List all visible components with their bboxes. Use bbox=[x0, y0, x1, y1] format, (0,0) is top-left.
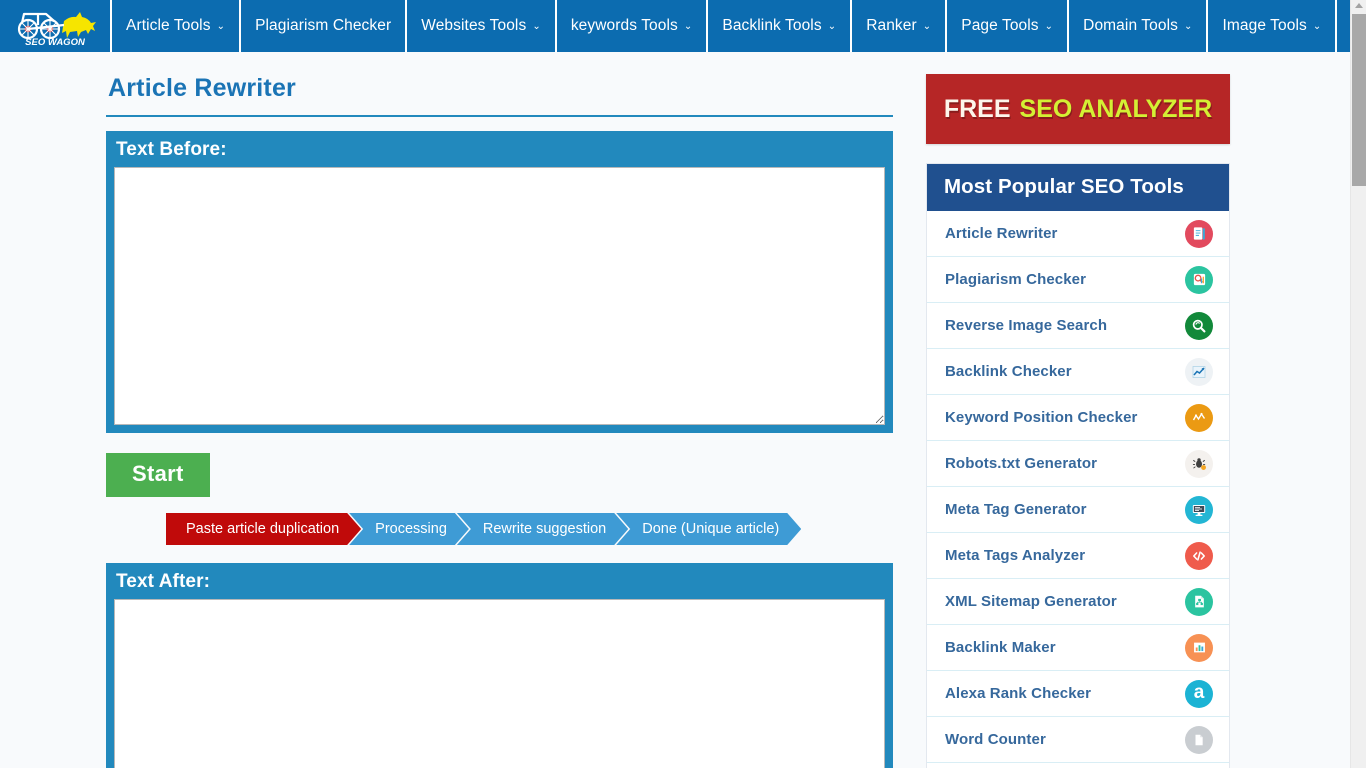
tool-item-online-ping-website-tool[interactable]: Online Ping Website Tool bbox=[927, 763, 1229, 768]
trend-chart-icon bbox=[1185, 403, 1213, 432]
tool-label: Keyword Position Checker bbox=[945, 409, 1138, 426]
text-after-input[interactable] bbox=[114, 599, 885, 768]
progress-steps: Paste article duplication Processing Rew… bbox=[166, 513, 900, 545]
magnifier-chart-icon bbox=[1185, 265, 1213, 294]
banner-free-label: FREE bbox=[943, 94, 1011, 123]
step-processing[interactable]: Processing bbox=[349, 513, 469, 545]
tool-label: Robots.txt Generator bbox=[945, 455, 1098, 472]
nav-item-page-tools[interactable]: Page Tools ⌄ bbox=[947, 0, 1070, 52]
chevron-down-icon: ⌄ bbox=[1044, 21, 1054, 32]
nav-item-keywords-tools[interactable]: keywords Tools ⌄ bbox=[557, 0, 709, 52]
nav-item-plagiarism-checker[interactable]: Plagiarism Checker bbox=[241, 0, 408, 52]
tool-item-alexa-rank-checker[interactable]: Alexa Rank Checker a bbox=[927, 671, 1229, 717]
nav-item-label: Page Tools bbox=[961, 17, 1039, 34]
chevron-down-icon: ⌄ bbox=[216, 21, 226, 32]
sidebar: FREE SEO ANALYZER Most Popular SEO Tools… bbox=[900, 52, 1230, 768]
chevron-down-icon: ⌄ bbox=[532, 21, 541, 32]
tool-item-keyword-position-checker[interactable]: Keyword Position Checker bbox=[927, 395, 1229, 441]
scrollbar-thumb[interactable] bbox=[1352, 14, 1366, 186]
tool-item-backlink-maker[interactable]: Backlink Maker bbox=[927, 625, 1229, 671]
tool-item-xml-sitemap-generator[interactable]: XML Sitemap Generator bbox=[927, 579, 1229, 625]
vertical-scrollbar[interactable] bbox=[1350, 0, 1366, 768]
page-title: Article Rewriter bbox=[108, 74, 296, 102]
nav-item-backlink-tools[interactable]: Backlink Tools ⌄ bbox=[708, 0, 853, 52]
text-after-label: Text After: bbox=[116, 571, 210, 592]
tool-label: Article Rewriter bbox=[945, 225, 1058, 242]
nav-item-label: Article Tools bbox=[126, 17, 211, 34]
start-button[interactable]: Start bbox=[106, 453, 210, 497]
nav-item-domain-tools[interactable]: Domain Tools ⌄ bbox=[1069, 0, 1209, 52]
tool-label: Backlink Checker bbox=[945, 363, 1072, 380]
step-rewrite-suggestion[interactable]: Rewrite suggestion bbox=[457, 513, 628, 545]
brand-logo[interactable]: SEO WAGON bbox=[0, 0, 112, 52]
tools-card-header: Most Popular SEO Tools bbox=[927, 164, 1229, 211]
tool-label: Backlink Maker bbox=[945, 639, 1056, 656]
top-navigation: SEO WAGON Article Tools ⌄ Plagiarism Che… bbox=[0, 0, 1350, 52]
tool-label: Reverse Image Search bbox=[945, 317, 1108, 334]
step-paste-article-duplication[interactable]: Paste article duplication bbox=[166, 513, 361, 545]
tool-label: Meta Tags Analyzer bbox=[945, 547, 1086, 564]
chevron-down-icon: ⌄ bbox=[922, 21, 932, 32]
step-done-unique-article[interactable]: Done (Unique article) bbox=[616, 513, 801, 545]
tool-label: Alexa Rank Checker bbox=[945, 685, 1092, 702]
nav-item-image-tools[interactable]: Image Tools ⌄ bbox=[1208, 0, 1338, 52]
page-root: SEO WAGON Article Tools ⌄ Plagiarism Che… bbox=[0, 0, 1350, 768]
tool-item-robots-txt-generator[interactable]: Robots.txt Generator bbox=[927, 441, 1229, 487]
nav-item-label: Ranker bbox=[866, 17, 917, 34]
svg-text:SEO WAGON: SEO WAGON bbox=[25, 37, 86, 47]
seo-wagon-logo-icon: SEO WAGON bbox=[17, 12, 96, 47]
code-tag-icon bbox=[1185, 541, 1213, 570]
nav-item-label: Image Tools bbox=[1222, 17, 1307, 34]
main-content: Article Rewriter Text Before: Start Past… bbox=[0, 52, 900, 768]
tool-item-backlink-checker[interactable]: Backlink Checker bbox=[927, 349, 1229, 395]
text-after-panel: Text After: bbox=[106, 563, 893, 768]
chevron-down-icon: ⌄ bbox=[683, 21, 693, 32]
title-divider bbox=[106, 115, 893, 117]
tool-item-word-counter[interactable]: Word Counter bbox=[927, 717, 1229, 763]
text-before-panel: Text Before: bbox=[106, 131, 893, 433]
tool-item-meta-tags-analyzer[interactable]: Meta Tags Analyzer bbox=[927, 533, 1229, 579]
nav-item-label: Plagiarism Checker bbox=[255, 17, 392, 34]
line-chart-icon bbox=[1185, 357, 1213, 386]
tool-label: Plagiarism Checker bbox=[945, 271, 1087, 288]
free-seo-analyzer-banner[interactable]: FREE SEO ANALYZER bbox=[926, 74, 1230, 144]
tool-label: Meta Tag Generator bbox=[945, 501, 1087, 518]
nav-item-label: Domain Tools bbox=[1083, 17, 1178, 34]
page-icon bbox=[1185, 725, 1213, 754]
nav-item-websites-tools[interactable]: Websites Tools ⌄ bbox=[407, 0, 557, 52]
nav-item-label: Backlink Tools bbox=[722, 17, 822, 34]
text-before-input[interactable] bbox=[114, 167, 885, 425]
chevron-down-icon: ⌄ bbox=[1312, 21, 1322, 32]
text-before-label: Text Before: bbox=[116, 139, 227, 160]
monitor-icon bbox=[1185, 495, 1213, 524]
nav-filler bbox=[1337, 0, 1350, 52]
tool-item-reverse-image-search[interactable]: Reverse Image Search bbox=[927, 303, 1229, 349]
document-pencil-icon bbox=[1185, 219, 1213, 248]
bug-icon bbox=[1185, 449, 1213, 478]
tool-item-article-rewriter[interactable]: Article Rewriter bbox=[927, 211, 1229, 257]
nav-item-article-tools[interactable]: Article Tools ⌄ bbox=[112, 0, 242, 52]
magnifier-icon bbox=[1185, 311, 1213, 340]
nav-item-label: keywords Tools bbox=[570, 17, 678, 34]
nav-item-label: Websites Tools bbox=[421, 17, 527, 34]
tool-item-plagiarism-checker[interactable]: Plagiarism Checker bbox=[927, 257, 1229, 303]
most-popular-seo-tools-card: Most Popular SEO Tools Article Rewriter … bbox=[926, 163, 1230, 768]
nav-item-ranker[interactable]: Ranker ⌄ bbox=[852, 0, 948, 52]
chevron-down-icon: ⌄ bbox=[1183, 21, 1193, 32]
chevron-down-icon: ⌄ bbox=[827, 21, 837, 32]
banner-seo-analyzer-label: SEO ANALYZER bbox=[1019, 94, 1213, 123]
bar-chart-icon bbox=[1185, 633, 1213, 662]
file-sitemap-icon bbox=[1185, 587, 1213, 616]
scroll-up-arrow-icon[interactable] bbox=[1355, 3, 1363, 8]
tool-label: XML Sitemap Generator bbox=[945, 593, 1117, 610]
alexa-icon: a bbox=[1185, 679, 1213, 708]
content-layout: Article Rewriter Text Before: Start Past… bbox=[0, 52, 1350, 768]
tool-label: Word Counter bbox=[945, 731, 1046, 748]
tool-item-meta-tag-generator[interactable]: Meta Tag Generator bbox=[927, 487, 1229, 533]
